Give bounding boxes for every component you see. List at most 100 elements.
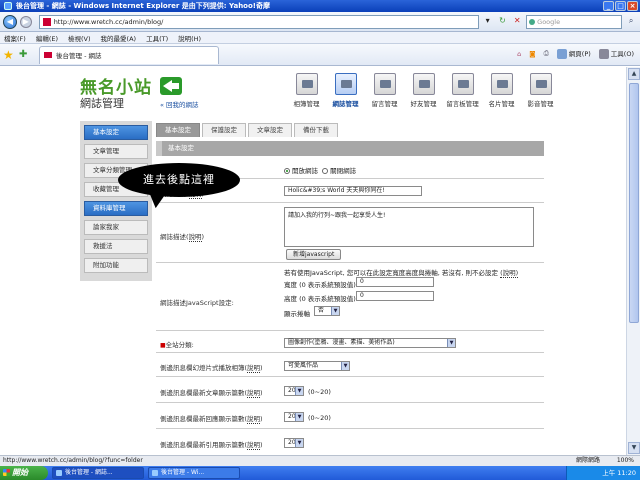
nav-message[interactable]: 留言管理: [368, 73, 401, 108]
tab-bar: ★ ✚ 後台管理 - 網誌 ⌂ ◙ ⎙ 網頁(P) 工具(O): [0, 44, 640, 66]
site-favicon-icon: [42, 17, 51, 26]
settings-tabs: 基本設定 保護設定 文章設定 備份下載: [156, 121, 544, 137]
add-javascript-button[interactable]: 新增javascript: [286, 249, 342, 260]
slideshow-label-text: 側邊訊息欄幻燈片式播放相簿: [160, 364, 245, 372]
admin-top-nav: 相簿管理 網誌管理 留言管理 好友管理 留言板管理 名片管理 影音管理: [290, 73, 557, 108]
system-tray: 上午 11:20: [566, 466, 640, 480]
tools-menu[interactable]: 工具(O): [598, 48, 634, 59]
sidebar-item-rescue[interactable]: 救援法: [84, 239, 148, 254]
chevron-down-icon: ▼: [331, 307, 339, 315]
print-icon[interactable]: ⎙: [544, 49, 549, 58]
description-textarea[interactable]: 請加入我的行列~跟我一起享受人生!: [284, 207, 534, 247]
sidebar-item-addons[interactable]: 附加功能: [84, 258, 148, 273]
refresh-icon[interactable]: ↻: [497, 16, 509, 28]
blog-title-input[interactable]: Holic&#39;s World 夫夫與你同在!: [284, 186, 422, 196]
section-header: 基本設定: [156, 141, 544, 156]
start-button[interactable]: 開始: [0, 466, 48, 480]
feeds-icon[interactable]: ◙: [529, 50, 535, 58]
nav-card-label: 名片管理: [488, 100, 515, 108]
tab-protection[interactable]: 保護設定: [202, 123, 246, 137]
address-dropdown-icon[interactable]: ▾: [482, 16, 494, 28]
recent-articles-help-link[interactable]: 說明: [247, 389, 261, 398]
tab-article-settings[interactable]: 文章設定: [248, 123, 292, 137]
description-label-text: 網誌描述: [160, 233, 186, 241]
nav-blog[interactable]: 網誌管理: [329, 73, 362, 108]
radio-close-label: 關閉網誌: [330, 167, 357, 175]
menu-favorites[interactable]: 我的最愛(A): [101, 33, 137, 43]
sidebar-item-articles[interactable]: 文章管理: [84, 144, 148, 159]
recent-replies-range: (0~20): [308, 414, 331, 422]
chevron-down-icon: ▼: [447, 339, 455, 347]
back-to-blog-link[interactable]: « 回我的網誌: [160, 99, 199, 109]
radio-close[interactable]: [322, 168, 329, 174]
tab-basic[interactable]: 基本設定: [156, 123, 200, 137]
height-label: 高度 (0 表示系統預設值): [284, 295, 356, 303]
card-icon: [490, 73, 513, 95]
recent-replies-label-text: 側邊訊息欄最新回應顯示篇數: [160, 415, 245, 423]
menu-bar: 檔案(F) 編輯(E) 檢視(V) 我的最愛(A) 工具(T) 說明(H): [0, 32, 640, 44]
page-menu[interactable]: 網頁(P): [556, 48, 591, 59]
page-scrollbar[interactable]: ▲ ▼: [626, 67, 640, 455]
nav-guestbook[interactable]: 留言板管理: [446, 73, 479, 108]
page-content: 無名小站 網誌管理 « 回我的網誌 相簿管理 網誌管理 留言管理 好友管理 留言…: [0, 67, 626, 455]
tab-backup[interactable]: 備份下載: [294, 123, 338, 137]
width-input[interactable]: 0: [356, 277, 434, 287]
menu-view[interactable]: 檢視(V): [68, 33, 91, 43]
taskbar-item-ie[interactable]: 後台管理 - 網誌...: [52, 467, 144, 479]
javascript-note-text: 若有使用JavaScript, 您可以在此設定寬度高度與捲軸, 若沒有, 則不必…: [284, 269, 498, 277]
maximize-button[interactable]: □: [615, 1, 626, 11]
menu-tools[interactable]: 工具(T): [146, 33, 168, 43]
nav-photo[interactable]: 相簿管理: [290, 73, 323, 108]
zoom-level[interactable]: 100%: [617, 456, 634, 466]
status-options: 開放網誌 關閉網誌: [284, 165, 356, 175]
favorites-star-icon[interactable]: ★: [3, 49, 15, 61]
slideshow-select-value: 可愛風作品: [288, 362, 319, 369]
browser-tab[interactable]: 後台管理 - 網誌: [39, 45, 219, 64]
recent-replies-help-link[interactable]: 說明: [247, 415, 261, 424]
menu-file[interactable]: 檔案(F): [4, 33, 26, 43]
sidebar-item-database[interactable]: 資料庫管理: [84, 201, 148, 216]
category-select[interactable]: 圖像創作(塗鴉、漫畫、素描、美術作品) ▼: [284, 338, 456, 348]
menu-help[interactable]: 說明(H): [178, 33, 201, 43]
sidebar-item-basic[interactable]: 基本設定: [84, 125, 148, 140]
back-arrow-icon[interactable]: [160, 77, 182, 95]
recent-trackbacks-label-text: 側邊訊息欄最新引用顯示篇數: [160, 441, 245, 449]
recent-articles-row: 側邊訊息欄最新文章顯示篇數(說明) 20 ▼ (0~20): [156, 377, 544, 403]
description-help-link[interactable]: 說明: [188, 233, 202, 242]
slideshow-select[interactable]: 可愛風作品 ▼: [284, 361, 350, 371]
close-button[interactable]: ×: [627, 1, 638, 11]
recent-articles-select[interactable]: 20 ▼: [284, 386, 304, 396]
status-bar: http://www.wretch.cc/admin/blog/?func=fo…: [0, 455, 640, 466]
recent-trackbacks-help-link[interactable]: 說明: [247, 441, 261, 450]
scroll-select[interactable]: 否 ▼: [314, 306, 340, 316]
nav-video-label: 影音管理: [527, 100, 554, 108]
clock: 上午 11:20: [602, 469, 636, 477]
slideshow-help-link[interactable]: 說明: [247, 364, 261, 373]
address-url: http://www.wretch.cc/admin/blog/: [53, 17, 164, 26]
recent-replies-select[interactable]: 20 ▼: [284, 412, 304, 422]
radio-open[interactable]: [284, 168, 290, 174]
address-bar[interactable]: http://www.wretch.cc/admin/blog/: [38, 14, 479, 29]
home-icon[interactable]: ⌂: [517, 50, 521, 58]
nav-video[interactable]: 影音管理: [524, 73, 557, 108]
stop-icon[interactable]: ✕: [511, 16, 523, 28]
nav-friends[interactable]: 好友管理: [407, 73, 440, 108]
nav-card[interactable]: 名片管理: [485, 73, 518, 108]
sidebar-item-home[interactable]: 論家我家: [84, 220, 148, 235]
scroll-thumb[interactable]: [629, 83, 639, 323]
search-input[interactable]: Google: [526, 14, 623, 29]
javascript-help-link[interactable]: (說明): [500, 269, 519, 278]
recent-trackbacks-select[interactable]: 20 ▼: [284, 438, 304, 448]
back-button[interactable]: ◀: [3, 14, 17, 29]
menu-edit[interactable]: 編輯(E): [36, 33, 58, 43]
recent-articles-label-text: 側邊訊息欄最新文章顯示篇數: [160, 389, 245, 397]
forward-button[interactable]: ▶: [19, 15, 32, 28]
scroll-down-icon[interactable]: ▼: [628, 442, 640, 454]
height-input[interactable]: 0: [356, 291, 434, 301]
add-favorite-icon[interactable]: ✚: [19, 49, 31, 61]
category-row: ■全站分類: 圖像創作(塗鴉、漫畫、素描、美術作品) ▼: [156, 331, 544, 353]
minimize-button[interactable]: _: [603, 1, 614, 11]
scroll-up-icon[interactable]: ▲: [628, 68, 640, 80]
taskbar-item-admin[interactable]: 後台管理 - Wi...: [148, 467, 240, 479]
search-icon[interactable]: ⌕: [625, 16, 637, 28]
